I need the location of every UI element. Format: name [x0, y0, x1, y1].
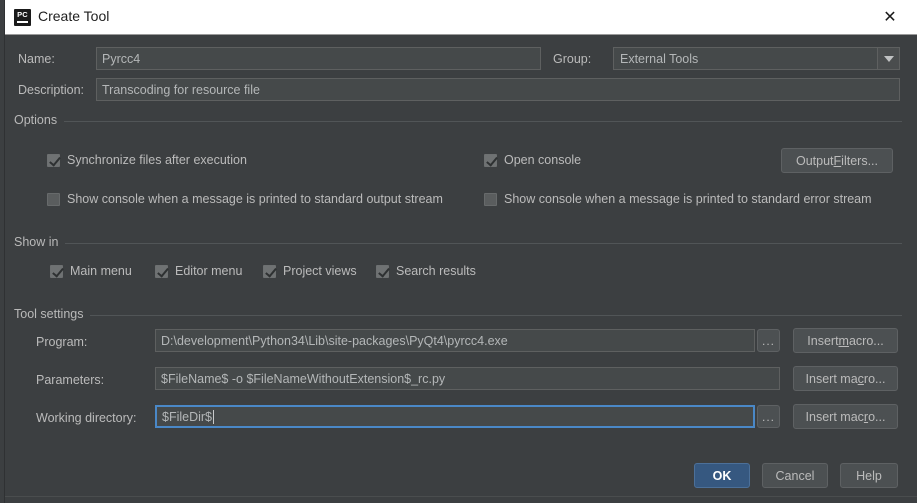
ok-button[interactable]: OK	[694, 463, 750, 488]
checkbox-open-console-box[interactable]	[484, 153, 497, 167]
checkbox-show-console-stdout[interactable]: Show console when a message is printed t…	[47, 192, 443, 206]
checkbox-project-views[interactable]: Project views	[263, 264, 357, 278]
checkbox-main-menu-box[interactable]	[50, 264, 63, 278]
parameters-label: Parameters:	[36, 373, 105, 387]
checkbox-synchronize-files-box[interactable]	[47, 153, 60, 167]
group-select[interactable]: External Tools	[613, 47, 900, 70]
background-window-edge	[0, 0, 5, 503]
checkbox-main-menu[interactable]: Main menu	[50, 264, 132, 278]
program-input[interactable]: D:\development\Python34\Lib\site-package…	[155, 329, 755, 352]
checkbox-synchronize-files[interactable]: Synchronize files after execution	[47, 153, 247, 167]
group-select-value: External Tools	[620, 51, 699, 66]
insert-macro-program-mnemonic: m	[838, 333, 849, 348]
checkbox-show-console-stdout-label: Show console when a message is printed t…	[67, 192, 443, 206]
checkbox-search-results-label: Search results	[396, 264, 476, 278]
insert-macro-wd-pre: Insert mac	[805, 409, 864, 424]
show-in-section-title: Show in	[14, 235, 66, 249]
working-directory-input[interactable]: $FileDir$	[155, 405, 755, 428]
checkbox-project-views-label: Project views	[283, 264, 357, 278]
close-icon[interactable]: ✕	[871, 0, 909, 34]
insert-macro-parameters-post: ro...	[863, 371, 886, 386]
name-label: Name:	[18, 52, 55, 66]
working-directory-label: Working directory:	[36, 411, 137, 425]
output-filters-mnemonic: F	[833, 153, 842, 168]
program-label: Program:	[36, 335, 88, 349]
program-browse-button[interactable]: ...	[757, 329, 780, 352]
group-label: Group:	[553, 52, 592, 66]
working-directory-value: $FileDir$	[162, 409, 213, 424]
checkbox-project-views-box[interactable]	[263, 264, 276, 278]
checkbox-editor-menu-box[interactable]	[155, 264, 168, 278]
create-tool-dialog: PC Create Tool ✕ Name: Pyrcc4 Group: Ext…	[0, 0, 917, 503]
name-input[interactable]: Pyrcc4	[96, 47, 541, 70]
insert-macro-program-pre: Insert	[807, 333, 839, 348]
working-directory-browse-button[interactable]: ...	[757, 405, 780, 428]
options-section-title: Options	[14, 113, 65, 127]
chevron-down-icon[interactable]	[877, 48, 899, 69]
output-filters-pre: Output	[796, 153, 834, 168]
description-input[interactable]: Transcoding for resource file	[96, 78, 900, 101]
checkbox-synchronize-files-label: Synchronize files after execution	[67, 153, 247, 167]
output-filters-post: ilters...	[841, 153, 878, 168]
checkbox-editor-menu-label: Editor menu	[175, 264, 243, 278]
checkbox-search-results[interactable]: Search results	[376, 264, 476, 278]
insert-macro-program-post: acro...	[848, 333, 884, 348]
help-button[interactable]: Help	[840, 463, 898, 488]
checkbox-open-console[interactable]: Open console	[484, 153, 581, 167]
tool-settings-section-title: Tool settings	[14, 307, 91, 321]
checkbox-main-menu-label: Main menu	[70, 264, 132, 278]
insert-macro-wd-post: o...	[868, 409, 886, 424]
description-label: Description:	[18, 83, 84, 97]
checkbox-editor-menu[interactable]: Editor menu	[155, 264, 242, 278]
checkbox-show-console-stderr-label: Show console when a message is printed t…	[504, 192, 872, 206]
checkbox-show-console-stdout-box[interactable]	[47, 192, 60, 206]
dialog-titlebar: PC Create Tool ✕	[5, 0, 917, 35]
checkbox-open-console-label: Open console	[504, 153, 582, 167]
checkbox-show-console-stderr-box[interactable]	[484, 192, 497, 206]
dialog-title: Create Tool	[38, 8, 110, 24]
parameters-input[interactable]: $FileName$ -o $FileNameWithoutExtension$…	[155, 367, 780, 390]
checkbox-search-results-box[interactable]	[376, 264, 389, 278]
cancel-button[interactable]: Cancel	[762, 463, 828, 488]
text-caret	[213, 409, 215, 424]
insert-macro-button-program[interactable]: Insert m acro...	[793, 328, 898, 353]
insert-macro-parameters-pre: Insert ma	[805, 371, 858, 386]
checkbox-show-console-stderr[interactable]: Show console when a message is printed t…	[484, 192, 872, 206]
insert-macro-button-parameters[interactable]: Insert ma c ro...	[793, 366, 898, 391]
insert-macro-button-working-directory[interactable]: Insert mac r o...	[793, 404, 898, 429]
pycharm-icon: PC	[14, 9, 31, 26]
footer-divider	[5, 496, 917, 497]
output-filters-button[interactable]: Output Filters...	[781, 148, 893, 173]
